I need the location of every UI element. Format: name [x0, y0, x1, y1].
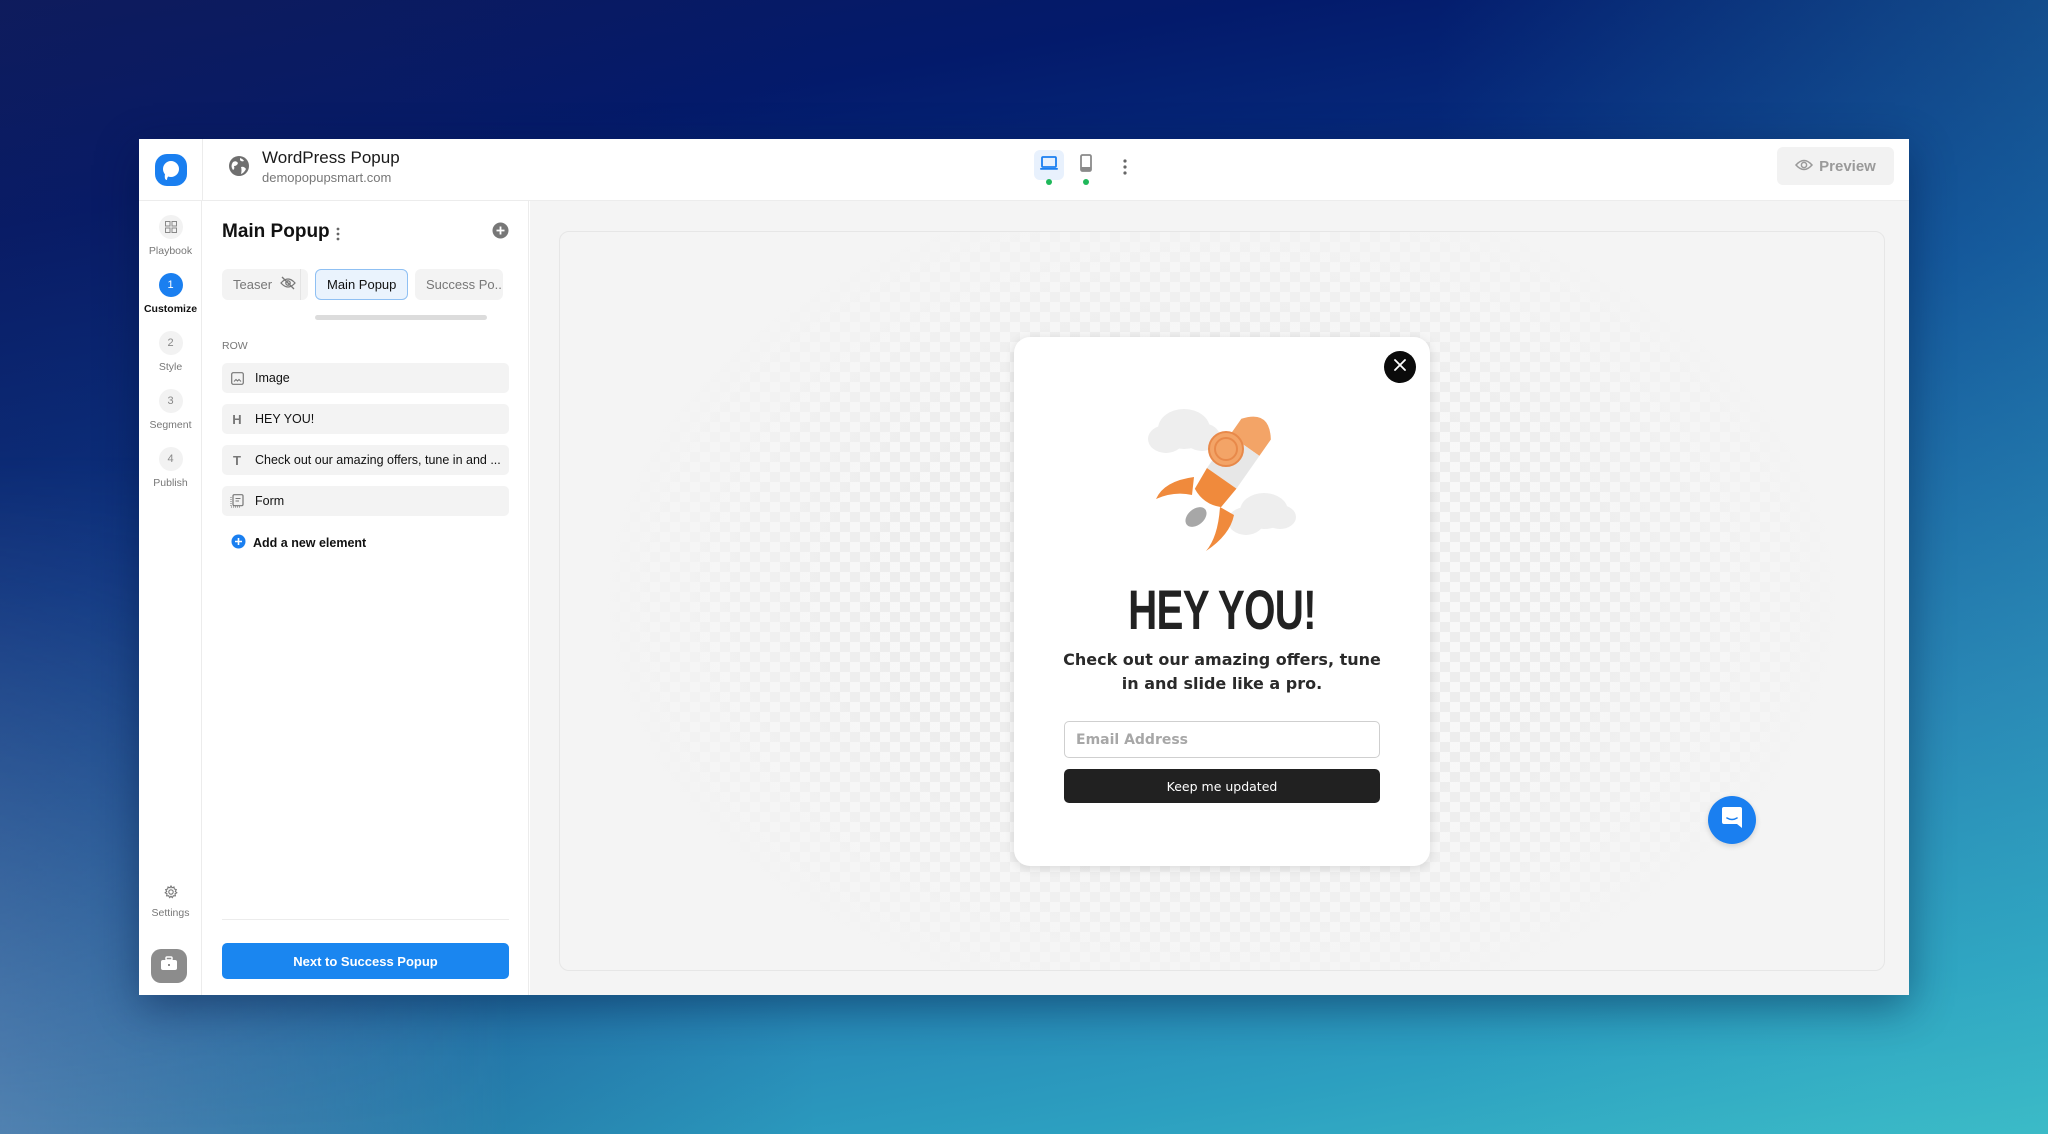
text-icon: T	[233, 452, 241, 468]
rail-label: Settings	[151, 907, 190, 919]
element-label: Check out our amazing offers, tune in an…	[255, 453, 501, 467]
rail-item-customize[interactable]: 1 Customize	[139, 273, 202, 315]
close-icon	[1393, 358, 1407, 377]
step-rail: Playbook 1 Customize 2 Style 3 Segment 4…	[139, 201, 202, 995]
plus-circle-icon	[231, 534, 246, 552]
rocket-image[interactable]	[1134, 399, 1310, 559]
panel-more-icon[interactable]	[334, 225, 342, 243]
tabs-scrollbar[interactable]	[315, 315, 487, 320]
chat-icon	[1721, 806, 1743, 835]
heading-icon: H	[232, 411, 242, 427]
step-badge: 3	[158, 389, 183, 413]
next-to-success-button[interactable]: Next to Success Popup	[222, 943, 509, 979]
eye-off-icon	[280, 276, 296, 293]
popup-heading: HEY YOU!	[1128, 578, 1316, 641]
tab-teaser[interactable]: Teaser	[222, 269, 308, 300]
briefcase-button[interactable]	[151, 949, 187, 983]
briefcase-icon	[160, 956, 178, 976]
element-label: Image	[255, 371, 290, 385]
rail-item-settings[interactable]: Settings	[139, 884, 202, 919]
tab-label: Success Po...	[426, 277, 503, 292]
rail-item-style[interactable]: 2 Style	[139, 331, 202, 373]
popup-close-button[interactable]	[1384, 351, 1416, 383]
rail-label: Customize	[143, 303, 198, 315]
email-input[interactable]	[1064, 721, 1380, 758]
rail-item-publish[interactable]: 4 Publish	[139, 447, 202, 489]
rail-label: Segment	[149, 419, 192, 431]
element-row-form[interactable]: Form	[222, 486, 509, 516]
tab-label: Main Popup	[327, 277, 397, 292]
tab-main-popup[interactable]: Main Popup	[315, 269, 408, 300]
preview-button[interactable]: Preview	[1777, 147, 1894, 185]
more-options-icon[interactable]	[1120, 158, 1130, 176]
section-label: ROW	[222, 340, 248, 352]
panel-title: Main Popup	[222, 221, 330, 242]
element-row-text[interactable]: T Check out our amazing offers, tune in …	[222, 445, 509, 475]
eye-icon	[1795, 158, 1814, 175]
device-desktop-button[interactable]	[1034, 150, 1064, 180]
image-icon	[229, 370, 245, 386]
element-label: HEY YOU!	[255, 412, 315, 426]
tab-label: Teaser	[233, 277, 273, 292]
element-row-heading[interactable]: H HEY YOU!	[222, 404, 509, 434]
device-mobile-button[interactable]	[1071, 150, 1101, 180]
add-element-button[interactable]: Add a new element	[231, 534, 366, 552]
divider	[222, 919, 509, 920]
add-element-label: Add a new element	[253, 536, 367, 550]
step-badge: 4	[158, 447, 183, 471]
chat-widget-button[interactable]	[1708, 796, 1756, 844]
keep-me-updated-button[interactable]: Keep me updated	[1064, 769, 1380, 803]
element-row-image[interactable]: Image	[222, 363, 509, 393]
step-badge: 2	[158, 331, 183, 355]
step-badge: 1	[158, 273, 183, 297]
tab-success-popup[interactable]: Success Po...	[415, 269, 503, 300]
site-title: WordPress Popup	[262, 148, 400, 167]
laptop-icon	[1039, 155, 1059, 176]
site-domain: demopopupsmart.com	[262, 170, 392, 185]
preview-label: Preview	[1819, 157, 1876, 175]
rail-item-playbook[interactable]: Playbook	[139, 215, 202, 257]
add-step-icon[interactable]	[492, 222, 510, 240]
editor-panel: Main Popup Teaser Main Popup Success Po.…	[202, 201, 529, 995]
popup-preview[interactable]: HEY YOU! Check out our amazing offers, t…	[1014, 337, 1430, 866]
gear-icon	[163, 884, 178, 904]
form-icon	[229, 493, 245, 509]
top-bar: WordPress Popup demopopupsmart.com Previ…	[139, 139, 1909, 201]
rail-item-segment[interactable]: 3 Segment	[139, 389, 202, 431]
rail-label: Playbook	[148, 245, 193, 257]
popup-description: Check out our amazing offers, tune in an…	[1063, 650, 1381, 693]
brand-logo-icon[interactable]	[151, 151, 191, 189]
rail-label: Style	[158, 361, 183, 373]
mobile-icon	[1080, 153, 1092, 177]
element-label: Form	[255, 494, 285, 508]
grid-icon	[158, 215, 183, 239]
rail-label: Publish	[153, 477, 188, 489]
globe-icon	[227, 154, 253, 180]
tab-separator	[300, 269, 301, 300]
desktop-status-dot	[1046, 179, 1052, 185]
mobile-status-dot	[1083, 179, 1089, 185]
divider	[202, 139, 203, 201]
